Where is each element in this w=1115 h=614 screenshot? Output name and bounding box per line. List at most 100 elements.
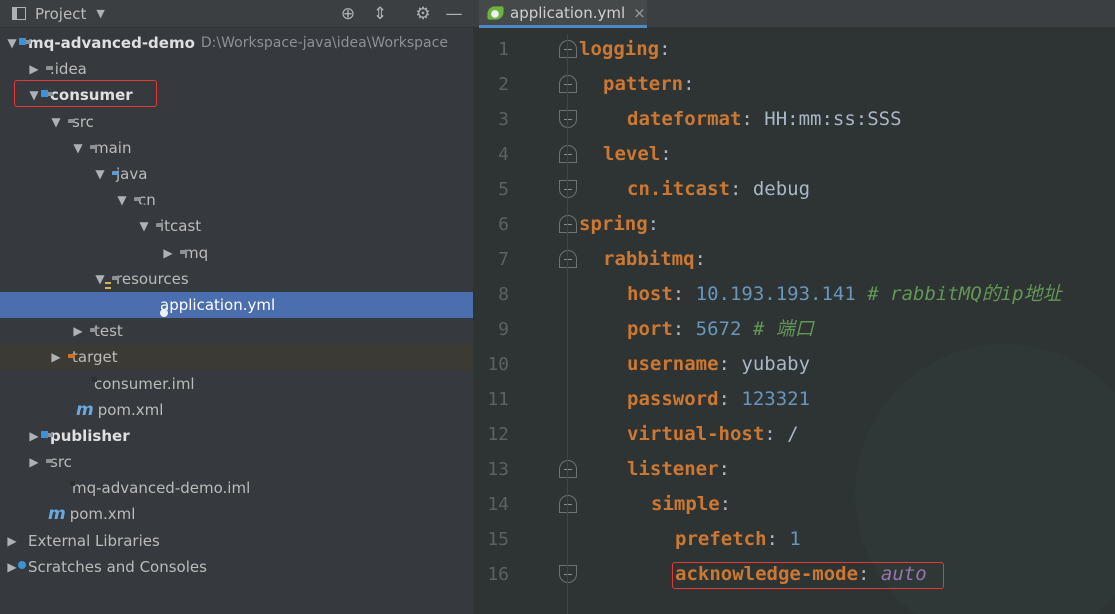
expand-arrow-icon[interactable]: ▶ (26, 62, 42, 76)
project-tree: ▼ mq-advanced-demo D:\Workspace-java\ide… (0, 30, 473, 580)
project-icon (12, 7, 26, 20)
code-line[interactable]: username: yubaby (627, 347, 810, 382)
tree-item-label: mq-advanced-demo.iml (72, 479, 251, 498)
tab-application-yml[interactable]: application.yml × (479, 0, 647, 28)
yaml-value: / (787, 423, 799, 445)
yaml-value: 5672 (695, 318, 742, 340)
code-line[interactable]: cn.itcast: debug (627, 172, 810, 207)
tree-item-test[interactable]: ▶ test (0, 318, 473, 344)
tree-item-label: resources (116, 269, 189, 288)
code-line[interactable]: spring: (579, 207, 659, 242)
tree-item-consumer-pom[interactable]: m pom.xml (0, 397, 473, 423)
tree-item-root-src[interactable]: ▶ src (0, 449, 473, 475)
yaml-key: cn.itcast (627, 178, 730, 200)
tree-item-label: mq-advanced-demo (28, 34, 195, 53)
tree-item-application-yml[interactable]: application.yml (0, 291, 473, 319)
tree-item-root-iml[interactable]: mq-advanced-demo.iml (0, 475, 473, 501)
fold-marker-icon[interactable] (559, 215, 577, 233)
yaml-separator: : (741, 108, 765, 130)
tree-item-mq-advanced-demo[interactable]: ▼ mq-advanced-demo D:\Workspace-java\ide… (0, 30, 473, 56)
expand-arrow-icon[interactable]: ▼ (136, 219, 152, 233)
line-number: 8 (498, 284, 509, 305)
fold-marker-icon[interactable] (559, 110, 577, 128)
code-line[interactable]: password: 123321 (627, 382, 810, 417)
yaml-key: pattern (603, 73, 684, 95)
line-number: 16 (487, 564, 509, 585)
expand-arrow-icon[interactable]: ▼ (114, 193, 130, 207)
yaml-separator: : (764, 423, 788, 445)
code-line[interactable]: virtual-host: / (627, 417, 799, 452)
tree-item-label: src (50, 453, 72, 472)
gear-icon[interactable]: ⚙ (413, 4, 433, 24)
minimize-icon[interactable]: — (444, 4, 464, 24)
chevron-down-icon[interactable]: ▼ (96, 7, 104, 20)
fold-marker-icon[interactable] (559, 460, 577, 478)
tree-item-external-libraries[interactable]: ▶ External Libraries (0, 528, 473, 554)
tree-item-consumer[interactable]: ▼ consumer (0, 82, 473, 108)
yaml-key: simple (651, 493, 720, 515)
code-line[interactable]: listener: (627, 452, 730, 487)
expand-arrow-icon[interactable]: ▶ (70, 324, 86, 338)
fold-marker-icon[interactable] (559, 250, 577, 268)
crosshair-icon[interactable]: ⊕ (338, 4, 358, 24)
expand-arrow-icon[interactable]: ▼ (92, 167, 108, 181)
expand-arrow-icon[interactable]: ▼ (48, 115, 64, 129)
tree-item-itcast[interactable]: ▼ itcast (0, 213, 473, 239)
line-number: 14 (487, 494, 509, 515)
tree-item-main[interactable]: ▼ main (0, 135, 473, 161)
project-tool-window: Project ▼ ⊕ ⇕ ⚙ — ▼ mq-advanced-demo D:\… (0, 0, 473, 614)
yaml-separator: : (672, 283, 696, 305)
yaml-separator: : (672, 318, 696, 340)
expand-arrow-icon[interactable]: ▶ (4, 534, 20, 548)
code-line[interactable]: prefetch: 1 (675, 522, 801, 557)
yaml-key: logging (579, 38, 660, 60)
expand-arrow-icon[interactable]: ▶ (26, 429, 42, 443)
line-number: 11 (487, 389, 509, 410)
expand-arrow-icon[interactable]: ▼ (70, 141, 86, 155)
module-path: D:\Workspace-java\idea\Workspace (200, 35, 448, 52)
line-number: 9 (498, 319, 509, 340)
code-line[interactable]: acknowledge-mode: auto (675, 557, 927, 592)
project-title[interactable]: Project (35, 5, 86, 23)
editor-pane: application.yml × 1 2 3 4 5 6 7 8 9 10 11 12 13 14 15 1… (473, 0, 1115, 614)
code-line[interactable]: rabbitmq: (603, 242, 706, 277)
expand-arrow-icon[interactable]: ▼ (4, 36, 20, 50)
tree-item-label: src (72, 112, 94, 131)
tree-item-consumer-iml[interactable]: consumer.iml (0, 370, 473, 396)
yaml-value: yubaby (741, 353, 811, 375)
tree-item-label: test (94, 322, 123, 341)
fold-marker-icon[interactable] (559, 565, 577, 583)
tree-item-java[interactable]: ▼ java (0, 161, 473, 187)
yaml-key: acknowledge-mode (675, 563, 859, 585)
code-line[interactable]: pattern: (603, 67, 695, 102)
tree-item-mq[interactable]: ▶ mq (0, 240, 473, 266)
fold-marker-icon[interactable] (559, 40, 577, 58)
tree-item-src[interactable]: ▼ src (0, 109, 473, 135)
yaml-separator: : (729, 178, 753, 200)
expand-arrow-icon[interactable]: ▶ (160, 246, 176, 260)
code-line[interactable]: host: 10.193.193.141 # rabbitMQ的ip地址 (627, 277, 1062, 312)
tree-item-idea[interactable]: ▶ .idea (0, 56, 473, 82)
fold-marker-icon[interactable] (559, 180, 577, 198)
code-line[interactable]: simple: (651, 487, 731, 522)
code-line[interactable]: level: (603, 137, 672, 172)
line-number: 10 (487, 354, 509, 375)
code-line[interactable]: dateformat: HH:mm:ss:SSS (627, 102, 902, 137)
code-line[interactable]: logging: (579, 32, 671, 67)
expand-arrow-icon[interactable]: ▶ (26, 455, 42, 469)
code-line[interactable]: port: 5672 # 端口 (627, 312, 814, 347)
fold-marker-icon[interactable] (559, 75, 577, 93)
collapse-all-icon[interactable]: ⇕ (370, 4, 390, 24)
tree-item-publisher[interactable]: ▶ publisher (0, 423, 473, 449)
tree-item-target[interactable]: ▶ target (0, 344, 473, 371)
tree-item-cn[interactable]: ▼ cn (0, 187, 473, 213)
fold-marker-icon[interactable] (559, 495, 577, 513)
expand-arrow-icon[interactable]: ▼ (26, 88, 42, 102)
tree-item-root-pom[interactable]: m pom.xml (0, 501, 473, 527)
fold-marker-icon[interactable] (559, 145, 577, 163)
expand-arrow-icon[interactable]: ▶ (48, 350, 64, 364)
close-icon[interactable]: × (633, 4, 646, 22)
yaml-separator: : (718, 458, 730, 480)
tree-item-resources[interactable]: ▼ resources (0, 266, 473, 292)
tree-item-scratches[interactable]: ▶ Scratches and Consoles (0, 554, 473, 580)
